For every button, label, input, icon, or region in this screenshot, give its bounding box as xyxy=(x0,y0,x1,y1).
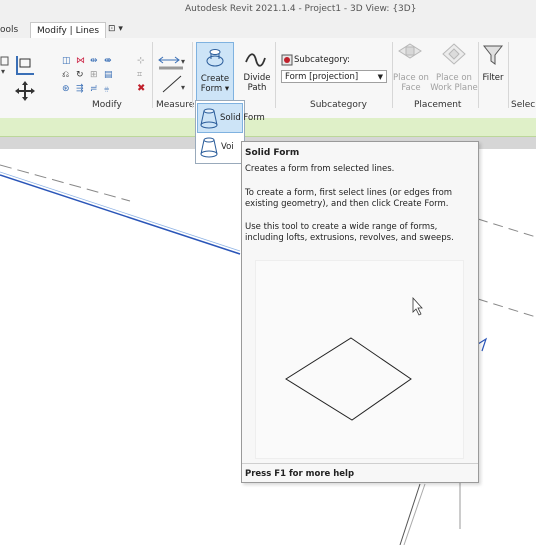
tab-options-button[interactable]: ⊡ ▾ xyxy=(108,24,123,34)
svg-text:⊹: ⊹ xyxy=(137,56,145,66)
tooltip-preview-drawing xyxy=(285,296,423,421)
tooltip-preview-image xyxy=(255,260,464,459)
create-form-label-line2: Form ▾ xyxy=(200,84,230,94)
group-separator xyxy=(508,42,509,108)
svg-text:⊞: ⊞ xyxy=(90,70,98,80)
group-separator xyxy=(275,42,276,108)
group-separator xyxy=(192,42,193,108)
place-on-face-label[interactable]: Place on Face xyxy=(392,73,430,93)
group-separator xyxy=(478,42,479,108)
subcategory-dropdown[interactable]: Form [projection] ▼ xyxy=(281,70,387,83)
create-form-dropdown-menu: Solid Form Voi xyxy=(195,100,265,164)
group-label-placement: Placement xyxy=(414,100,462,110)
place-on-work-plane-label-line1: Place on xyxy=(436,73,472,83)
create-form-icon xyxy=(204,47,226,69)
window-title: Autodesk Revit 2021.1.4 - Project1 - 3D … xyxy=(185,4,417,14)
divide-path-icon[interactable] xyxy=(244,50,266,70)
place-on-face-icon[interactable] xyxy=(397,42,423,66)
create-form-label: Create Form ▾ xyxy=(197,74,233,94)
void-form-label: Voi xyxy=(221,142,234,152)
divide-path-label-line1: Divide xyxy=(243,73,271,83)
svg-text:⇹: ⇹ xyxy=(90,56,98,66)
place-on-face-label-line1: Place on xyxy=(393,73,429,83)
tooltip-footer: Press F1 for more help xyxy=(242,463,478,483)
tooltip-title: Solid Form xyxy=(245,148,300,158)
svg-text:⊛: ⊛ xyxy=(62,84,70,94)
ribbon-tab-strip: ools Modify | Lines ⊡ ▾ xyxy=(0,22,536,39)
title-bar: Autodesk Revit 2021.1.4 - Project1 - 3D … xyxy=(0,0,536,22)
create-form-button[interactable]: Create Form ▾ xyxy=(196,42,234,102)
ribbon-panel: ▾ ◫ ⋈ ⇹ ⇼ ⎌ ↻ ⊞ ▤ ⊛ ⇶ ≓ ⩷ ⊹ ⌗ ✖ Modify ▾… xyxy=(0,38,536,119)
svg-text:✖: ✖ xyxy=(137,83,145,94)
group-label-modify: Modify xyxy=(92,100,122,110)
tooltip-help-hint: Press F1 for more help xyxy=(245,469,355,479)
svg-text:▾: ▾ xyxy=(1,67,5,74)
place-on-work-plane-label-line2: Work Plane xyxy=(430,83,478,93)
svg-text:↻: ↻ xyxy=(76,70,84,80)
group-label-subcategory: Subcategory xyxy=(310,100,367,110)
place-on-face-label-line2: Face xyxy=(401,83,421,93)
menu-item-void-form[interactable]: Voi xyxy=(197,133,243,161)
place-on-work-plane-label[interactable]: Place on Work Plane xyxy=(430,73,478,93)
svg-text:⌗: ⌗ xyxy=(137,70,142,80)
svg-text:⎌: ⎌ xyxy=(62,70,69,80)
svg-text:⇼: ⇼ xyxy=(104,56,112,66)
subcategory-dropdown-value: Form [projection] xyxy=(285,72,359,82)
mouse-cursor-icon xyxy=(412,296,423,316)
measure-icon[interactable]: ▾ ▾ xyxy=(157,54,187,94)
partial-tool-icon[interactable]: ▾ xyxy=(0,54,10,74)
tab-tools[interactable]: ools xyxy=(0,25,18,35)
divide-path-label: Divide Path xyxy=(239,73,275,93)
tooltip-line-2: To create a form, first select lines (or… xyxy=(245,188,453,209)
svg-text:▤: ▤ xyxy=(104,70,113,80)
move-icon[interactable] xyxy=(13,80,37,102)
group-label-measure: Measure xyxy=(156,100,195,110)
subcategory-icon xyxy=(281,54,293,66)
solid-form-icon xyxy=(200,107,218,129)
filter-label[interactable]: Filter xyxy=(481,73,505,83)
group-separator xyxy=(152,42,153,108)
create-form-label-line1: Create xyxy=(200,74,230,84)
menu-item-solid-form[interactable]: Solid Form xyxy=(197,103,265,133)
modify-tools-icons[interactable]: ◫ ⋈ ⇹ ⇼ ⎌ ↻ ⊞ ▤ ⊛ ⇶ ≓ ⩷ xyxy=(62,53,124,97)
svg-text:⋈: ⋈ xyxy=(76,56,85,66)
modify-tools-icons-2[interactable]: ⊹ ⌗ ✖ xyxy=(137,53,157,97)
solid-form-label: Solid Form xyxy=(220,113,265,123)
place-on-work-plane-icon[interactable] xyxy=(441,42,467,66)
void-form-icon xyxy=(200,136,218,158)
filter-icon[interactable] xyxy=(482,44,504,68)
align-icon[interactable] xyxy=(14,54,36,76)
svg-text:▾: ▾ xyxy=(181,57,185,66)
solid-form-tooltip: Solid Form Creates a form from selected … xyxy=(241,141,479,483)
svg-text:▾: ▾ xyxy=(181,83,185,92)
svg-text:⇶: ⇶ xyxy=(76,83,84,94)
tab-modify-lines[interactable]: Modify | Lines xyxy=(30,22,107,39)
subcategory-label: Subcategory: xyxy=(294,55,350,65)
chevron-down-icon: ▼ xyxy=(377,73,383,81)
svg-text:≓: ≓ xyxy=(90,84,98,94)
divide-path-label-line2: Path xyxy=(247,83,267,93)
svg-text:⩷: ⩷ xyxy=(104,84,109,94)
svg-text:◫: ◫ xyxy=(62,56,71,66)
group-label-select: Selec xyxy=(511,100,536,110)
tooltip-line-3: Use this tool to create a wide range of … xyxy=(245,222,454,243)
context-options-bar xyxy=(0,118,536,137)
tooltip-line-1: Creates a form from selected lines. xyxy=(245,164,395,174)
